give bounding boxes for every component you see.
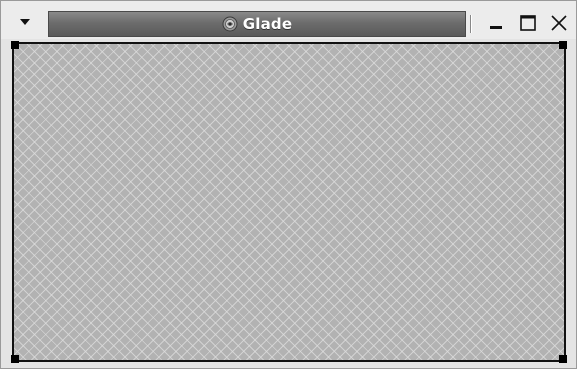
selection-handle-top-left[interactable] bbox=[11, 41, 19, 49]
glade-logo-icon bbox=[222, 16, 238, 32]
title-separator bbox=[470, 15, 472, 33]
window-title: Glade bbox=[242, 15, 293, 33]
title-bar[interactable]: Glade bbox=[1, 1, 576, 39]
selection-handle-bottom-right[interactable] bbox=[559, 355, 567, 363]
maximize-icon bbox=[519, 14, 537, 32]
close-icon bbox=[550, 14, 568, 32]
window-menu-button[interactable] bbox=[9, 11, 41, 33]
design-canvas[interactable] bbox=[11, 41, 567, 363]
title-strip[interactable]: Glade bbox=[48, 11, 466, 37]
selection-handle-bottom-left[interactable] bbox=[11, 355, 19, 363]
maximize-button[interactable] bbox=[515, 11, 541, 35]
close-button[interactable] bbox=[546, 11, 572, 35]
selection-handle-top-right[interactable] bbox=[559, 41, 567, 49]
glade-window: Glade bbox=[0, 0, 577, 369]
minimize-button[interactable] bbox=[483, 11, 509, 35]
minimize-icon bbox=[488, 15, 504, 31]
triangle-down-icon bbox=[19, 18, 31, 26]
